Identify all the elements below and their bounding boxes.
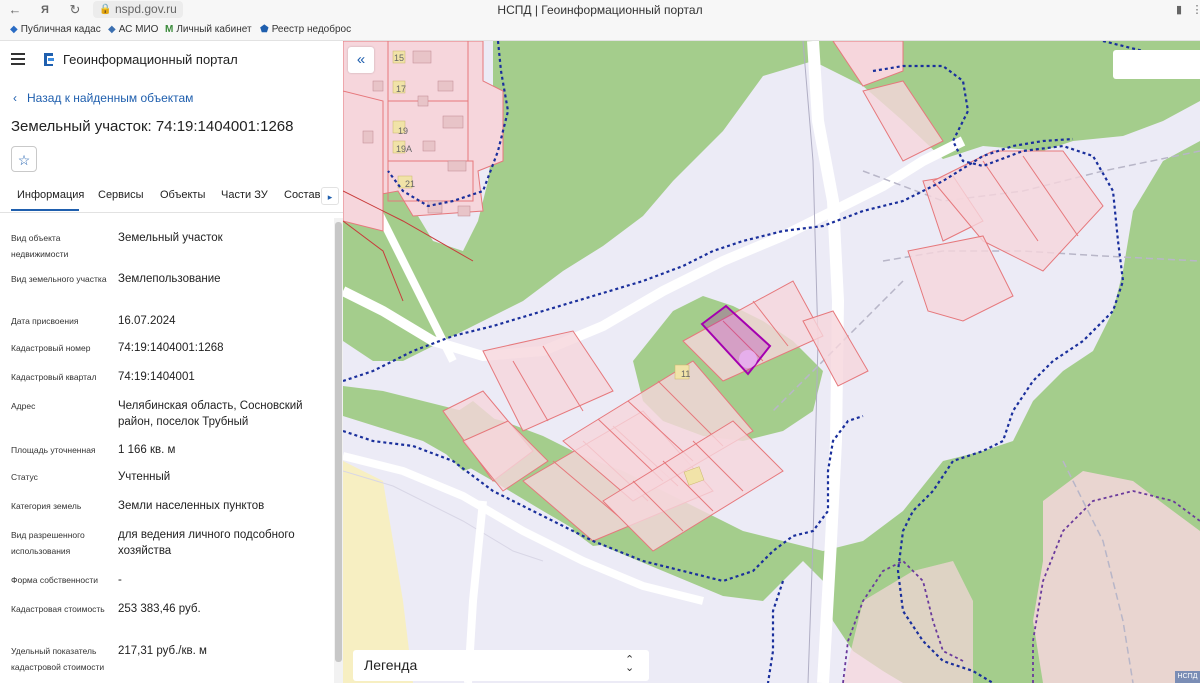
field-label: Кадастровый квартал bbox=[11, 372, 97, 382]
portal-logo-icon bbox=[42, 51, 56, 72]
object-title: Земельный участок: 74:19:1404001:1268 bbox=[11, 118, 294, 135]
collapse-panel-button[interactable]: « bbox=[348, 47, 374, 73]
field-label: Адрес bbox=[11, 401, 36, 411]
bookmark-item[interactable]: ⬟ Реестр недоброс bbox=[260, 24, 351, 35]
bookmarks-bar: ◆ Публичная кадас ◆ АС МИО M Личный кабинет… bbox=[0, 20, 1200, 41]
bookmark-item[interactable]: ◆ АС МИО bbox=[108, 24, 158, 35]
map-view[interactable]: 15 17 19 19А 21 11 « Легенда ⌃ ⌄ НСПД bbox=[343, 41, 1200, 683]
tab-bar: Информация Сервисы Объекты Части ЗУ Сост… bbox=[0, 180, 343, 213]
house-number: 19 bbox=[398, 126, 408, 136]
field-value: для ведения личного подсобного хозяйства bbox=[118, 529, 295, 557]
star-icon: ☆ bbox=[17, 152, 31, 168]
field-label: Удельный показатель кадастровой стоимост… bbox=[11, 646, 105, 672]
menu-icon[interactable] bbox=[11, 53, 25, 68]
tab-objects[interactable]: Объекты bbox=[160, 189, 205, 201]
m-logo-icon: M bbox=[165, 24, 174, 35]
house-number: 15 bbox=[394, 53, 404, 63]
legend-label: Легенда bbox=[364, 657, 418, 673]
field-value: - bbox=[118, 574, 122, 586]
favorite-button[interactable]: ☆ bbox=[11, 146, 37, 172]
house-number: 21 bbox=[405, 179, 415, 189]
active-tab-indicator bbox=[11, 209, 79, 211]
chevron-left-icon: ‹ bbox=[13, 91, 17, 105]
tab-info[interactable]: Информация bbox=[17, 189, 84, 201]
field-label: Вид объекта недвижимости bbox=[11, 233, 69, 259]
diamond-icon: ◆ bbox=[108, 24, 116, 35]
bookmark-icon[interactable]: ▮ bbox=[1170, 1, 1188, 19]
nspd-corner-label: НСПД bbox=[1175, 671, 1200, 683]
chevron-up-down-icon: ⌃ ⌄ bbox=[625, 654, 635, 674]
field-label: Вид разрешенного использования bbox=[11, 530, 85, 556]
info-panel: Геоинформационный портал ‹ Назад к найден… bbox=[0, 41, 343, 683]
house-number: 19А bbox=[396, 144, 412, 154]
portal-name: Геоинформационный портал bbox=[63, 52, 238, 67]
tab-services[interactable]: Сервисы bbox=[98, 189, 144, 201]
field-label: Форма собственности bbox=[11, 575, 98, 585]
double-chevron-left-icon: « bbox=[356, 51, 366, 68]
field-value: 74:19:1404001 bbox=[118, 371, 195, 383]
field-value: 16.07.2024 bbox=[118, 315, 176, 327]
field-label: Площадь уточненная bbox=[11, 445, 96, 455]
map-search-box[interactable] bbox=[1113, 50, 1200, 79]
selected-parcel-marker bbox=[739, 350, 757, 368]
map-canvas[interactable]: 15 17 19 19А 21 11 bbox=[343, 41, 1200, 683]
legend-selector[interactable]: Легенда ⌃ ⌄ bbox=[353, 650, 649, 681]
field-value: Земельный участок bbox=[118, 232, 223, 244]
tab-composition[interactable]: Состав bbox=[284, 189, 320, 201]
house-number: 17 bbox=[396, 84, 406, 94]
field-value: 1 166 кв. м bbox=[118, 444, 176, 456]
sidebar-scrollbar[interactable] bbox=[334, 218, 343, 683]
tabs-scroll-right-button[interactable]: ▸ bbox=[321, 187, 339, 205]
field-value: Учтенный bbox=[118, 471, 171, 483]
field-value: Земли населенных пунктов bbox=[118, 500, 265, 512]
field-label: Вид земельного участка bbox=[11, 274, 107, 284]
shield-icon: ⬟ bbox=[260, 24, 269, 35]
map-pin-icon: ◆ bbox=[10, 24, 18, 35]
field-value: 253 383,46 руб. bbox=[118, 603, 201, 615]
house-number: 11 bbox=[681, 369, 690, 379]
field-value: 74:19:1404001:1268 bbox=[118, 342, 224, 354]
chevron-right-icon: ▸ bbox=[327, 192, 333, 202]
back-link[interactable]: ‹ Назад к найденным объектам bbox=[13, 91, 193, 105]
field-label: Кадастровая стоимость bbox=[11, 604, 105, 614]
more-icon[interactable]: ⋮ bbox=[1188, 1, 1200, 19]
field-label: Кадастровый номер bbox=[11, 343, 91, 353]
field-label: Категория земель bbox=[11, 501, 82, 511]
bookmark-item[interactable]: M Личный кабинет bbox=[165, 24, 252, 35]
browser-toolbar: ← Я ↻ 🔒 nspd.gov.ru НСПД | Геоинформацио… bbox=[0, 0, 1200, 20]
field-value: Землепользование bbox=[118, 273, 221, 285]
field-value: Челябинская область, Сосновский район, п… bbox=[118, 400, 303, 428]
field-label: Статус bbox=[11, 472, 38, 482]
scrollbar-thumb[interactable] bbox=[335, 222, 342, 662]
tab-parts[interactable]: Части ЗУ bbox=[221, 189, 268, 201]
bookmark-item[interactable]: ◆ Публичная кадас bbox=[10, 24, 101, 35]
page-title: НСПД | Геоинформационный портал bbox=[497, 3, 703, 17]
field-value: 217,31 руб./кв. м bbox=[118, 645, 207, 657]
field-label: Дата присвоения bbox=[11, 316, 79, 326]
